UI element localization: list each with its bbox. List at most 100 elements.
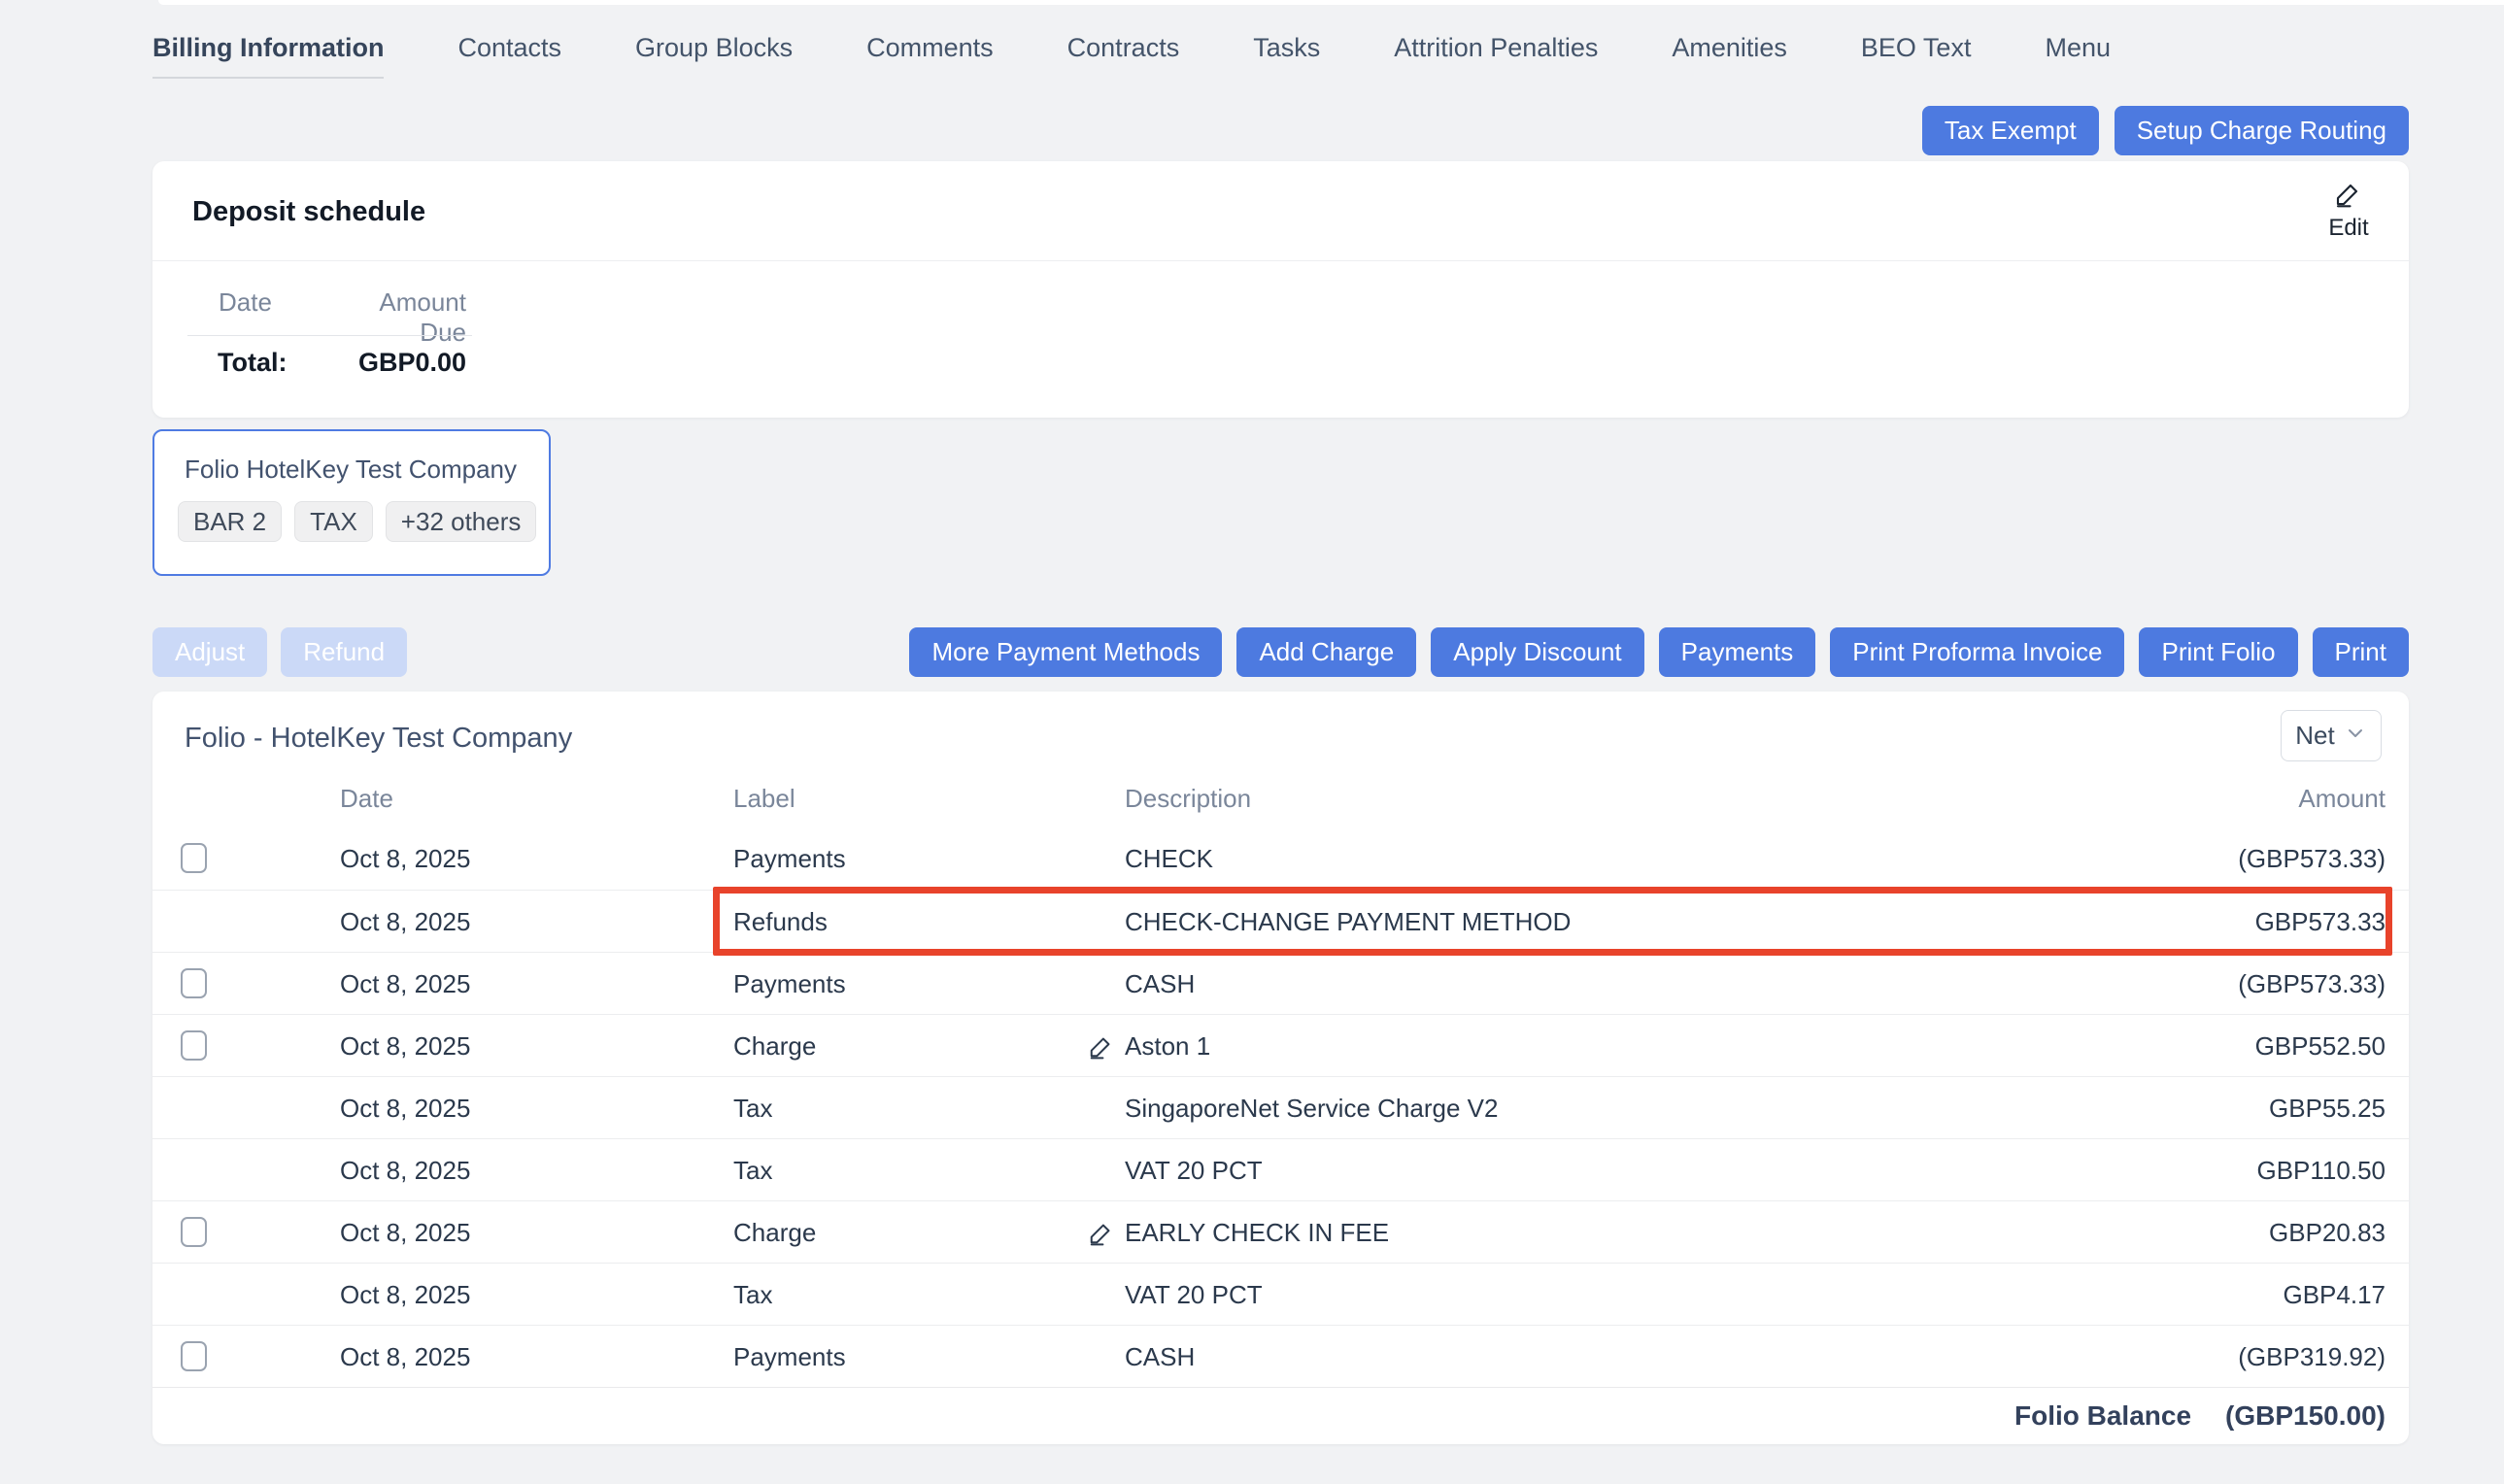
row-description: Aston 1 [1088, 1015, 1210, 1077]
row-description-text: VAT 20 PCT [1125, 1264, 1263, 1326]
column-header-description: Description [1125, 784, 1251, 814]
row-date: Oct 8, 2025 [340, 953, 470, 1015]
row-label: Tax [733, 1077, 772, 1139]
row-label: Payments [733, 827, 846, 890]
net-filter-dropdown[interactable]: Net [2281, 710, 2382, 761]
folio-table-card: Folio - HotelKey Test Company Net Date L… [152, 691, 2409, 1444]
row-description-text: VAT 20 PCT [1125, 1139, 1263, 1201]
tab-menu[interactable]: Menu [2045, 33, 2111, 79]
adjust-button[interactable]: Adjust [152, 627, 267, 677]
row-checkbox[interactable] [181, 1341, 207, 1371]
table-row: Oct 8, 2025ChargeEARLY CHECK IN FEEGBP20… [152, 1200, 2409, 1263]
divider [187, 335, 472, 336]
column-header-date: Date [340, 784, 393, 814]
table-row: Oct 8, 2025 Payments CASH (GBP319.92) [152, 1325, 2409, 1387]
row-date: Oct 8, 2025 [340, 891, 470, 953]
row-label: Tax [733, 1139, 772, 1201]
folio-summary-title: Folio HotelKey Test Company [185, 455, 517, 485]
row-description-text: EARLY CHECK IN FEE [1125, 1201, 1389, 1264]
row-description-text: CASH [1125, 953, 1195, 1015]
tab-contacts[interactable]: Contacts [457, 33, 561, 79]
table-row: Oct 8, 2025ChargeAston 1GBP552.50 [152, 1014, 2409, 1076]
print-folio-button[interactable]: Print Folio [2139, 627, 2297, 677]
deposit-total-value: GBP0.00 [326, 348, 466, 378]
row-amount: GBP552.50 [2255, 1015, 2386, 1077]
row-date: Oct 8, 2025 [340, 1077, 470, 1139]
add-charge-button[interactable]: Add Charge [1236, 627, 1416, 677]
row-description-text: CASH [1125, 1326, 1195, 1388]
row-amount: GBP4.17 [2283, 1264, 2386, 1326]
deposit-schedule-title: Deposit schedule [192, 196, 425, 228]
row-checkbox[interactable] [181, 1217, 207, 1247]
chip-32-others[interactable]: +32 others [386, 501, 537, 542]
tab-tasks[interactable]: Tasks [1253, 33, 1320, 79]
apply-discount-button[interactable]: Apply Discount [1431, 627, 1643, 677]
tab-comments[interactable]: Comments [866, 33, 994, 79]
row-date: Oct 8, 2025 [340, 827, 470, 890]
tab-group-blocks[interactable]: Group Blocks [635, 33, 793, 79]
divider [152, 260, 2409, 261]
deposit-column-date: Date [219, 287, 272, 318]
row-amount: (GBP573.33) [2238, 953, 2386, 1015]
row-description: VAT 20 PCT [1088, 1139, 1263, 1201]
folio-balance-row: Folio Balance (GBP150.00) [152, 1387, 2409, 1444]
tab-beo-text[interactable]: BEO Text [1861, 33, 1972, 79]
header-actions: Tax Exempt Setup Charge Routing [1922, 106, 2409, 155]
payments-button[interactable]: Payments [1659, 627, 1816, 677]
row-description: VAT 20 PCT [1088, 1264, 1263, 1326]
tab-amenities[interactable]: Amenities [1672, 33, 1787, 79]
deposit-total-label: Total: [218, 348, 287, 378]
more-payment-methods-button[interactable]: More Payment Methods [909, 627, 1222, 677]
cutoff-card-edge [158, 0, 2504, 5]
table-row: Oct 8, 2025TaxVAT 20 PCTGBP110.50 [152, 1138, 2409, 1200]
folio-chip-row: BAR 2 TAX +32 others [178, 501, 536, 542]
print-button[interactable]: Print [2313, 627, 2409, 677]
row-amount: (GBP319.92) [2238, 1326, 2386, 1388]
deposit-column-amount-due: Amount Due [326, 287, 466, 348]
folio-actions-right: More Payment Methods Add Charge Apply Disc… [909, 627, 2409, 677]
row-checkbox[interactable] [181, 1030, 207, 1061]
print-proforma-invoice-button[interactable]: Print Proforma Invoice [1830, 627, 2124, 677]
folio-summary-card[interactable]: Folio HotelKey Test Company BAR 2 TAX +32 … [152, 429, 551, 576]
row-description: EARLY CHECK IN FEE [1088, 1201, 1389, 1264]
edit-deposit-button[interactable]: Edit [2318, 179, 2380, 242]
table-row: Oct 8, 2025 Tax SingaporeNet Service Charg… [152, 1076, 2409, 1138]
column-header-label: Label [733, 784, 795, 814]
tax-exempt-button[interactable]: Tax Exempt [1922, 106, 2099, 155]
table-row: Oct 8, 2025 Payments CASH (GBP573.33) [152, 952, 2409, 1014]
row-label: Tax [733, 1264, 772, 1326]
row-description-text: SingaporeNet Service Charge V2 [1125, 1077, 1498, 1139]
deposit-schedule-card: Deposit schedule Edit Date Amount Due To… [152, 161, 2409, 418]
row-amount: (GBP573.33) [2238, 827, 2386, 890]
row-checkbox[interactable] [181, 968, 207, 998]
row-description-text: CHECK [1125, 827, 1213, 890]
row-description-text: Aston 1 [1125, 1015, 1210, 1077]
table-header-row: Date Label Description Amount [152, 784, 2409, 827]
edit-charge-icon[interactable] [1088, 1032, 1125, 1060]
tab-billing-information[interactable]: Billing Information [152, 33, 384, 79]
row-description: CASH [1088, 953, 1195, 1015]
row-description: CHECK [1088, 827, 1213, 890]
tab-attrition-penalties[interactable]: Attrition Penalties [1394, 33, 1598, 79]
pencil-icon [2334, 179, 2363, 208]
row-amount: GBP55.25 [2269, 1077, 2386, 1139]
edit-label: Edit [2318, 215, 2380, 242]
row-label: Charge [733, 1201, 816, 1264]
table-row: Oct 8, 2025 Payments CHECK (GBP573.33) [152, 827, 2409, 890]
row-date: Oct 8, 2025 [340, 1139, 470, 1201]
tab-contracts[interactable]: Contracts [1067, 33, 1180, 79]
chip-tax[interactable]: TAX [294, 501, 373, 542]
chip-bar-2[interactable]: BAR 2 [178, 501, 282, 542]
row-date: Oct 8, 2025 [340, 1326, 470, 1388]
column-header-amount: Amount [2298, 784, 2386, 814]
chevron-down-icon [2344, 722, 2367, 750]
row-label: Payments [733, 953, 846, 1015]
edit-charge-icon[interactable] [1088, 1219, 1125, 1246]
tab-bar: Billing Information Contacts Group Blocks C… [152, 33, 2111, 79]
row-label: Refunds [733, 891, 828, 953]
refund-button[interactable]: Refund [281, 627, 407, 677]
row-checkbox[interactable] [181, 843, 207, 873]
row-label: Payments [733, 1326, 846, 1388]
row-date: Oct 8, 2025 [340, 1201, 470, 1264]
setup-charge-routing-button[interactable]: Setup Charge Routing [2115, 106, 2409, 155]
